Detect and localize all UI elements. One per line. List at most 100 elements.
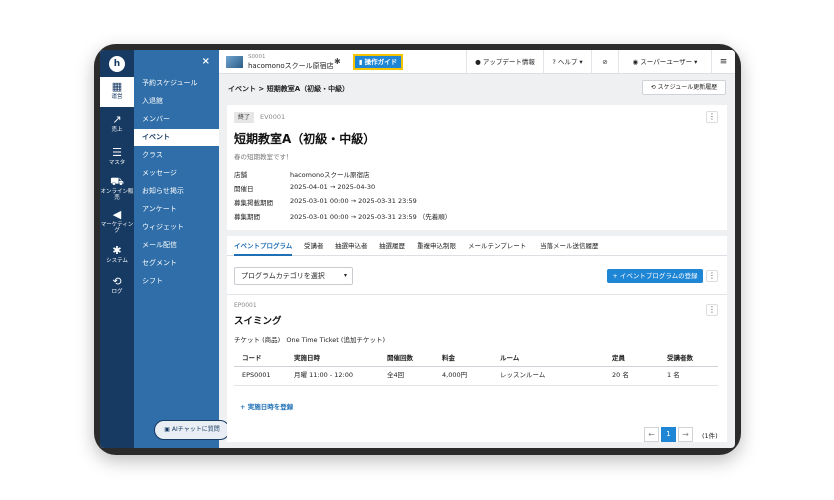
info-label: 募集期間 (234, 213, 260, 221)
update-info-button[interactable]: ● アップデート情報 (466, 50, 543, 74)
event-program-card: イベントプログラム 受講者 抽選申込者 抽選履歴 重複申込制限 メールテンプレー… (227, 236, 727, 442)
breadcrumb: イベント > 短期教室A（初級・中級） (228, 85, 350, 93)
program-category-select[interactable]: プログラムカテゴリを選択 ▾ (234, 267, 353, 285)
page-button-current[interactable]: 1 (661, 427, 676, 442)
column-header: ルーム (500, 354, 520, 362)
column-header: 料金 (442, 354, 455, 362)
submenu-item[interactable]: クラス (134, 147, 219, 164)
ticket-row: チケット (商品) One Time Ticket (追加チケット) (234, 336, 385, 344)
gear-icon: ✱ (112, 244, 122, 257)
rail-item-online-sales[interactable]: ⛟ オンライン販売 (100, 175, 134, 202)
tab-bar: イベントプログラム 受講者 抽選申込者 抽選履歴 重複申込制限 メールテンプレー… (227, 236, 727, 256)
info-value: 2025-04-01 → 2025-04-30 (290, 183, 376, 191)
submenu-item[interactable]: お知らせ掲示 (134, 183, 219, 200)
help-menu[interactable]: ? ヘルプ ▾ (543, 50, 591, 74)
rail-item-sales[interactable]: ↗ 売上 (100, 113, 134, 134)
ai-chat-button[interactable]: ▣ AIチャットに質問 (154, 420, 230, 440)
store-icon: ▦ (111, 80, 123, 93)
submenu-item[interactable]: セグメント (134, 255, 219, 272)
icon-rail: h ▦ 運営 ↗ 売上 ☰ マスタ ⛟ オンライン販売 ◀ マーケティング ✱ … (100, 50, 134, 448)
info-label: 店舗 (234, 171, 247, 179)
rail-item-log[interactable]: ⟲ ログ (100, 275, 134, 296)
column-header: 受講者数 (667, 354, 693, 362)
hamburger-menu-icon[interactable]: ≡ (711, 50, 735, 74)
tab-event-program[interactable]: イベントプログラム (234, 236, 293, 256)
submenu-item[interactable]: アンケート (134, 201, 219, 218)
shop-name[interactable]: hacomonoスクール原宿店 (248, 61, 334, 71)
table-cell: 全4回 (387, 371, 405, 379)
event-title: 短期教室A（初級・中級） (234, 132, 376, 146)
table-cell: 1 名 (667, 371, 680, 379)
prev-page-button[interactable]: ← (644, 427, 659, 442)
register-program-button[interactable]: + イベントプログラムの登録 (607, 269, 703, 283)
more-options-icon[interactable]: ⋮ (706, 270, 718, 282)
app-logo[interactable]: h (109, 56, 125, 72)
divider (227, 294, 727, 295)
status-badge: 終了 (234, 112, 254, 123)
submenu-item[interactable]: メッセージ (134, 165, 219, 182)
chevron-down-icon: ▾ (343, 272, 347, 279)
column-header: コード (242, 354, 262, 362)
shop-code: S0001 (248, 54, 266, 60)
history-icon: ⟲ (650, 84, 658, 91)
database-icon: ☰ (112, 146, 122, 159)
rail-item-master[interactable]: ☰ マスタ (100, 146, 134, 167)
gear-icon[interactable]: ✱ (334, 57, 341, 66)
event-code: EV0001 (260, 113, 286, 121)
divider (234, 366, 718, 367)
tab-result-mail-history[interactable]: 当落メール送信履歴 (540, 236, 599, 256)
tab-lottery-history[interactable]: 抽選履歴 (379, 236, 405, 256)
submenu-item[interactable]: メンバー (134, 111, 219, 128)
program-title: スイミング (234, 316, 282, 327)
tab-lottery-applicants[interactable]: 抽選申込者 (335, 236, 368, 256)
event-detail-card: 終了 EV0001 ⋮ 短期教室A（初級・中級） 春の短期教室です！ 店舗 ha… (227, 105, 727, 230)
tab-participants[interactable]: 受講者 (304, 236, 324, 256)
tab-mail-template[interactable]: メールテンプレート (468, 236, 526, 256)
program-code: EP0001 (234, 302, 257, 309)
app-screen: h ▦ 運営 ↗ 売上 ☰ マスタ ⛟ オンライン販売 ◀ マーケティング ✱ … (100, 50, 735, 448)
submenu-item[interactable]: 予約スケジュール (134, 75, 219, 92)
column-header: 開催回数 (387, 354, 413, 362)
rail-item-marketing[interactable]: ◀ マーケティング (100, 208, 134, 235)
megaphone-icon: ◀ (112, 208, 122, 221)
info-label: 募集掲載期間 (234, 199, 273, 207)
rail-item-system[interactable]: ✱ システム (100, 244, 134, 265)
info-value: hacomonoスクール原宿店 (290, 171, 370, 179)
chat-icon: ▣ (164, 426, 172, 433)
next-page-button[interactable]: → (678, 427, 693, 442)
notification-off-icon[interactable]: ⊘ (591, 50, 618, 74)
submenu-item[interactable]: ウィジェット (134, 219, 219, 236)
submenu-item-event[interactable]: イベント (134, 129, 219, 146)
column-header: 実施日時 (294, 354, 320, 362)
cart-icon: ⛟ (110, 175, 124, 188)
chart-icon: ↗ (112, 113, 122, 126)
top-bar: S0001 hacomonoスクール原宿店 ✱ ▮ 操作ガイド ● アップデート… (219, 50, 735, 74)
more-options-icon[interactable]: ⋮ (706, 111, 718, 123)
submenu-item[interactable]: メール配信 (134, 237, 219, 254)
chevron-down-icon: ▾ (692, 58, 698, 66)
table-cell: レッスンルーム (500, 371, 546, 379)
more-options-icon[interactable]: ⋮ (706, 304, 718, 316)
sub-menu: × 予約スケジュール 入退館 メンバー イベント クラス メッセージ お知らせ掲… (134, 50, 230, 448)
info-icon: ● (475, 58, 483, 66)
table-cell: 月曜 11:00 - 12:00 (294, 371, 354, 379)
submenu-item[interactable]: シフト (134, 273, 219, 290)
shop-thumbnail (226, 56, 243, 68)
event-description: 春の短期教室です！ (234, 153, 293, 161)
table-cell: 20 名 (612, 371, 629, 379)
schedule-history-button[interactable]: ⟲ スケジュール更新履歴 (642, 80, 726, 95)
rail-item-operations[interactable]: ▦ 運営 (100, 77, 134, 107)
tab-duplicate-limit[interactable]: 重複申込制限 (417, 236, 456, 256)
info-label: 開催日 (234, 185, 254, 193)
add-schedule-link[interactable]: + 実施日時を登録 (240, 401, 293, 411)
column-header: 定員 (612, 354, 625, 362)
info-value: 2025-03-01 00:00 → 2025-03-31 23:59 (290, 197, 417, 205)
history-icon: ⟲ (112, 275, 122, 288)
close-icon[interactable]: × (202, 56, 210, 67)
chevron-down-icon: ▾ (577, 58, 583, 66)
user-menu[interactable]: ◉ スーパーユーザー ▾ (618, 50, 711, 74)
info-value: 2025-03-01 00:00 → 2025-03-31 23:59 （先着順… (290, 213, 452, 221)
submenu-item[interactable]: 入退館 (134, 93, 219, 110)
operation-guide-button[interactable]: ▮ 操作ガイド (353, 54, 403, 70)
table-cell: EPS0001 (242, 371, 271, 379)
